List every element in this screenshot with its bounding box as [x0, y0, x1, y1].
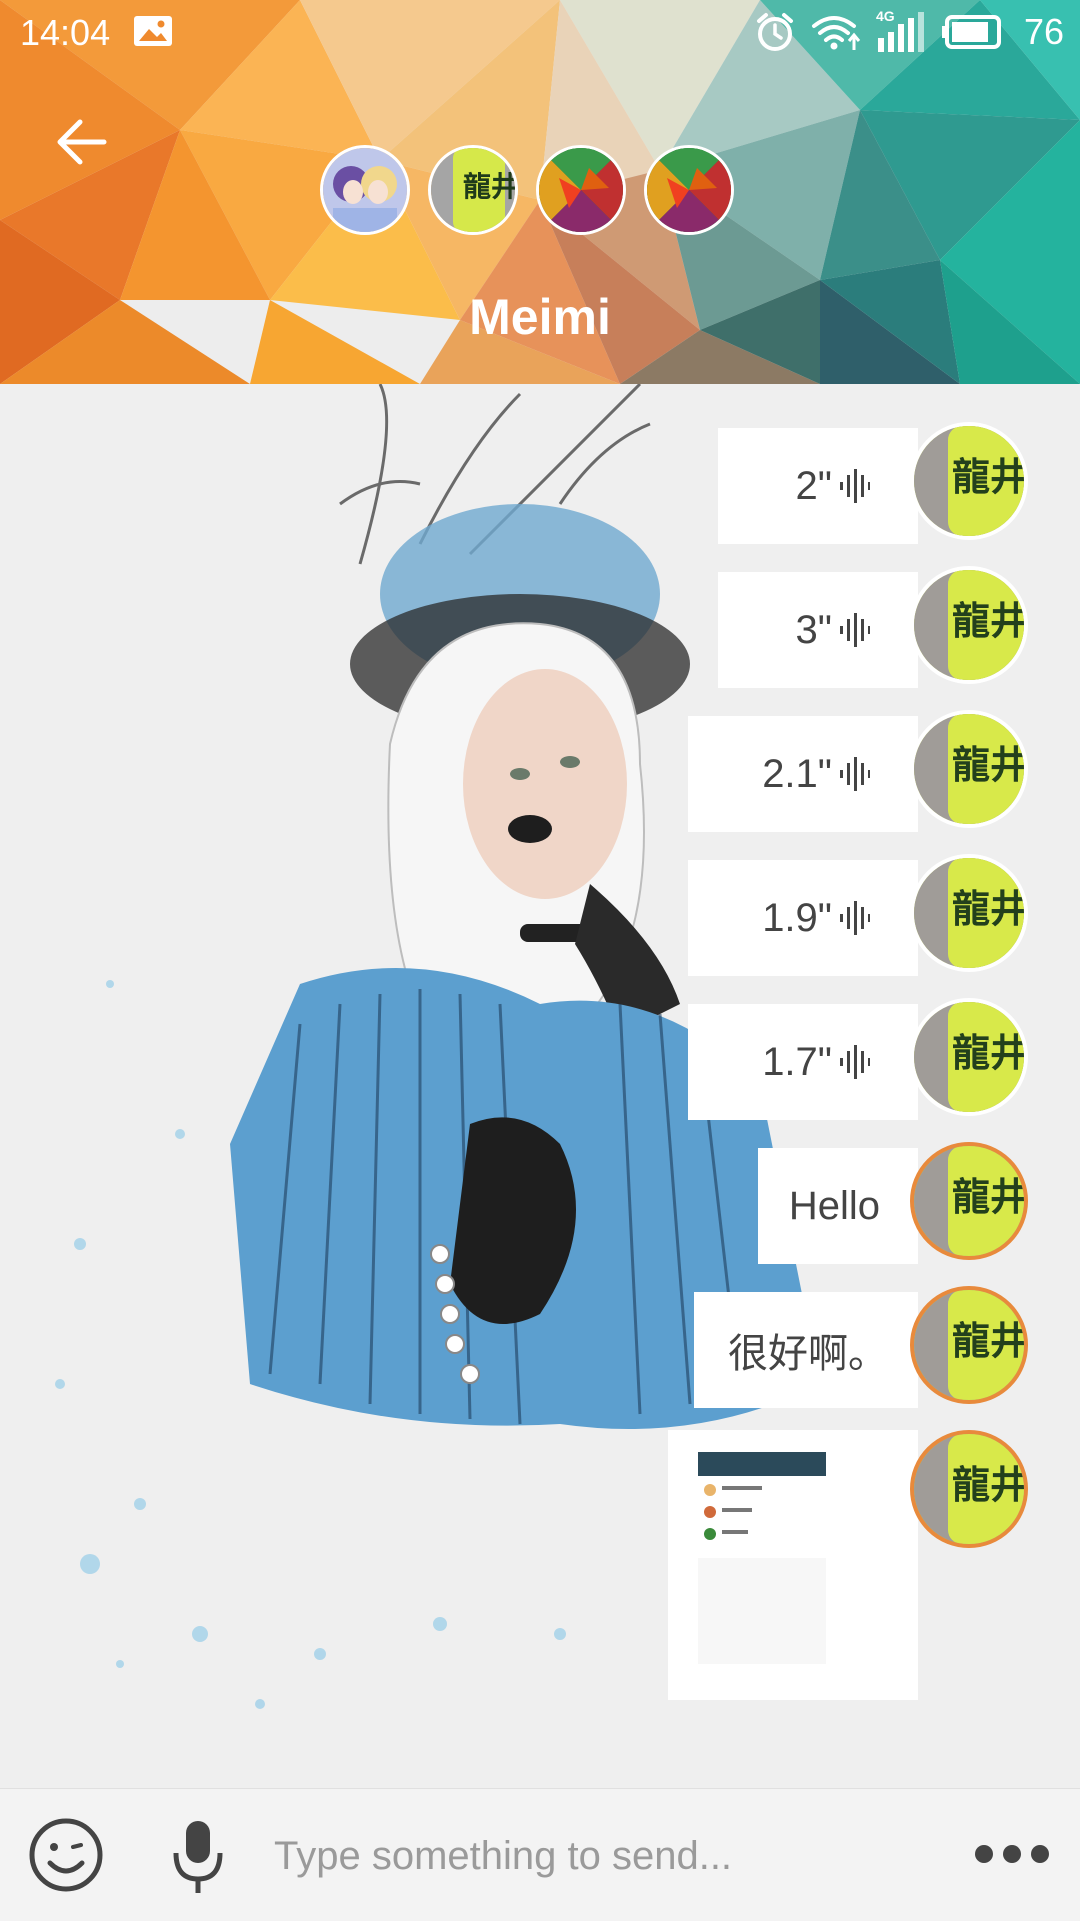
voice-duration: 2": [795, 463, 832, 508]
participant-avatar[interactable]: 龍井: [428, 145, 518, 235]
svg-text:龍井: 龍井: [952, 599, 1024, 643]
message-text[interactable]: 很好啊。 龍井: [694, 1286, 1028, 1408]
participant-avatar[interactable]: [320, 145, 410, 235]
voice-wave-icon: [840, 757, 870, 791]
sender-avatar[interactable]: 龍井: [910, 1286, 1028, 1404]
sender-avatar[interactable]: 龍井: [910, 710, 1028, 828]
voice-duration: 3": [795, 607, 832, 652]
sender-avatar[interactable]: 龍井: [910, 854, 1028, 972]
message-voice[interactable]: 2.1" 龍井: [688, 710, 1028, 832]
voice-duration: 2.1": [762, 751, 832, 796]
sender-avatar[interactable]: 龍井: [910, 998, 1028, 1116]
voice-wave-icon: [840, 613, 870, 647]
chat-title: Meimi: [469, 289, 611, 345]
voice-bubble[interactable]: 3": [718, 572, 918, 688]
sender-avatar[interactable]: 龍井: [910, 1142, 1028, 1260]
status-bar: 14:04 4G 76: [0, 0, 1080, 64]
voice-duration: 1.9": [762, 895, 832, 940]
sender-avatar[interactable]: 龍井: [910, 566, 1028, 684]
text-bubble[interactable]: 很好啊。: [694, 1292, 918, 1408]
wifi-icon: [811, 16, 861, 50]
voice-wave-icon: [840, 469, 870, 503]
chat-background: 2" 龍井 3" 龍井 2.1" 龍井 1.9" 龍井 1.7" 龍井 Hell…: [0, 384, 1080, 1788]
status-time: 14:04: [20, 12, 111, 53]
message-input-bar: [0, 1788, 1080, 1921]
battery-icon: [941, 15, 1001, 49]
svg-text:龍井: 龍井: [952, 1463, 1024, 1507]
svg-text:龍井: 龍井: [952, 1175, 1024, 1219]
message-voice[interactable]: 3" 龍井: [718, 566, 1028, 688]
more-dots-icon[interactable]: [972, 1839, 1052, 1869]
screenshot-thumbnail: [698, 1452, 826, 1682]
sender-avatar[interactable]: 龍井: [910, 1430, 1028, 1548]
sender-avatar[interactable]: 龍井: [910, 422, 1028, 540]
message-input[interactable]: [272, 1817, 916, 1895]
voice-bubble[interactable]: 1.7": [688, 1004, 918, 1120]
voice-duration: 1.7": [762, 1039, 832, 1084]
microphone-icon[interactable]: [168, 1817, 228, 1897]
svg-text:龍井: 龍井: [952, 1319, 1024, 1363]
voice-wave-icon: [840, 901, 870, 935]
voice-wave-icon: [840, 1045, 870, 1079]
voice-bubble[interactable]: 1.9": [688, 860, 918, 976]
message-voice[interactable]: 2" 龍井: [718, 422, 1028, 544]
participant-avatar[interactable]: [644, 145, 734, 235]
image-icon: [134, 16, 172, 46]
participant-avatar[interactable]: [536, 145, 626, 235]
signal-icon: 4G: [876, 8, 928, 54]
message-text[interactable]: Hello 龍井: [758, 1142, 1028, 1264]
battery-level: 76: [1023, 11, 1064, 52]
voice-bubble[interactable]: 2": [718, 428, 918, 544]
message-text-content: 很好啊。: [728, 1332, 888, 1376]
message-voice[interactable]: 1.9" 龍井: [688, 854, 1028, 976]
voice-bubble[interactable]: 2.1": [688, 716, 918, 832]
alarm-icon: [756, 13, 793, 51]
svg-text:龍井: 龍井: [952, 743, 1024, 787]
chat-header: 14:04 4G 76 龍井 Meimi: [0, 0, 1080, 384]
svg-text:龍井: 龍井: [952, 887, 1024, 931]
svg-text:龍井: 龍井: [952, 1031, 1024, 1075]
svg-text:龍井: 龍井: [952, 455, 1024, 499]
back-arrow-icon[interactable]: [52, 112, 112, 172]
svg-text:龍井: 龍井: [463, 170, 515, 203]
emoji-icon[interactable]: [28, 1817, 104, 1893]
message-text-content: Hello: [788, 1183, 880, 1228]
image-bubble[interactable]: [668, 1430, 918, 1700]
text-bubble[interactable]: Hello: [758, 1148, 918, 1264]
message-voice[interactable]: 1.7" 龍井: [688, 998, 1028, 1120]
message-image[interactable]: 龍井: [668, 1430, 1028, 1710]
participant-avatars: 龍井: [320, 145, 734, 235]
